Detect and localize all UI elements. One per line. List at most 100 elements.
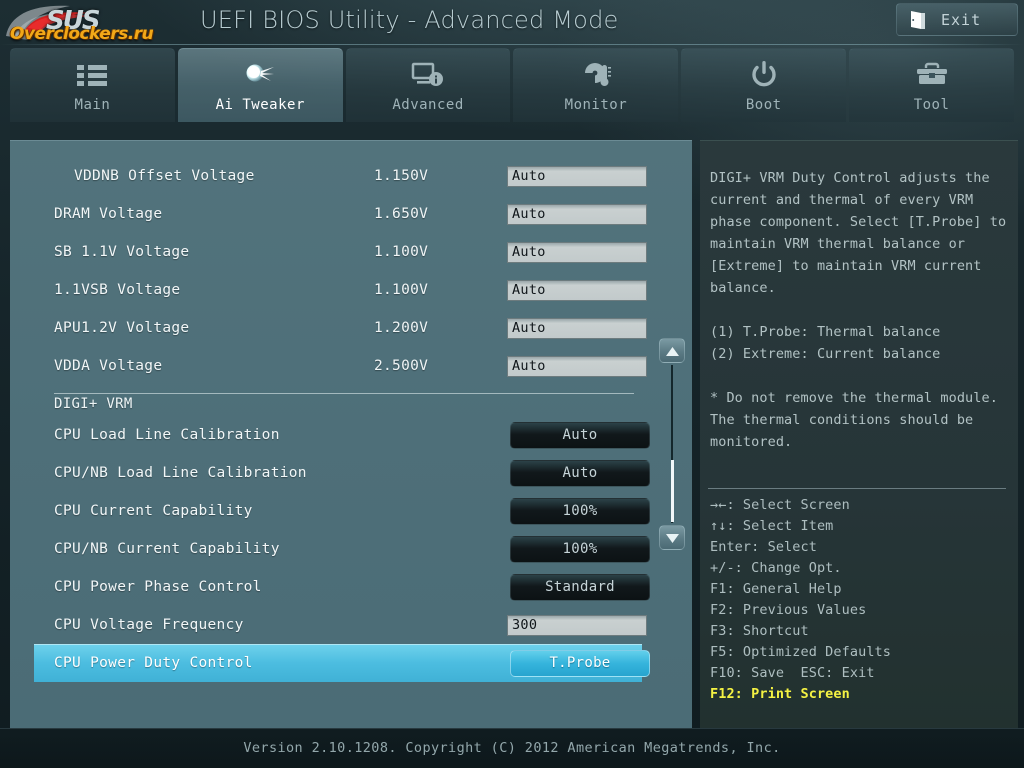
list-icon [75, 60, 109, 90]
option-button-text: Auto [563, 427, 598, 443]
row-value: 1.650V [374, 206, 428, 222]
row-label: CPU/NB Load Line Calibration [34, 465, 307, 481]
table-row[interactable]: VDDA Voltage 2.500V Auto [34, 347, 642, 385]
power-icon [749, 60, 779, 90]
option-button[interactable]: 100% [510, 536, 650, 563]
row-label: VDDNB Offset Voltage [34, 168, 255, 184]
value-input[interactable]: Auto [507, 166, 647, 187]
list-item: Enter: Select [710, 537, 1010, 558]
row-label: VDDA Voltage [34, 358, 162, 374]
monitor-info-icon [411, 60, 445, 90]
tab-boot[interactable]: Boot [681, 48, 846, 122]
option-button[interactable]: T.Probe [510, 650, 650, 677]
value-input-text: Auto [508, 206, 546, 222]
row-value: 1.100V [374, 282, 428, 298]
list-item: F10: Save ESC: Exit [710, 663, 1010, 684]
row-label: CPU Voltage Frequency [34, 617, 244, 633]
option-button-text: Standard [545, 579, 615, 595]
value-input-text: Auto [508, 320, 546, 336]
value-input-text: 300 [508, 617, 537, 633]
version-text: Version 2.10.1208. Copyright (C) 2012 Am… [243, 740, 780, 756]
tab-advanced[interactable]: Advanced [346, 48, 511, 122]
row-value: 1.100V [374, 244, 428, 260]
value-input[interactable]: Auto [507, 318, 647, 339]
tab-ai-tweaker[interactable]: Ai Tweaker [178, 48, 343, 122]
list-item: ↑↓: Select Item [710, 516, 1010, 537]
row-value: 2.500V [374, 358, 428, 374]
list-item: F2: Previous Values [710, 600, 1010, 621]
table-row[interactable]: CPU Current Capability 100% [34, 492, 642, 530]
table-row[interactable]: CPU/NB Current Capability 100% [34, 530, 642, 568]
row-label: CPU Current Capability [34, 503, 253, 519]
list-item: +/-: Change Opt. [710, 558, 1010, 579]
value-input[interactable]: Auto [507, 280, 647, 301]
list-item: F1: General Help [710, 579, 1010, 600]
option-button[interactable]: Standard [510, 574, 650, 601]
value-input-text: Auto [508, 244, 546, 260]
table-row[interactable]: APU1.2V Voltage 1.200V Auto [34, 309, 642, 347]
bios-screen: SUS Overclockers.ru UEFI BIOS Utility - … [0, 0, 1024, 768]
settings-panel: VDDNB Offset Voltage 1.150V Auto DRAM Vo… [10, 140, 692, 728]
table-row[interactable]: CPU Load Line Calibration Auto [34, 416, 642, 454]
tab-boot-label: Boot [746, 97, 782, 113]
value-input-text: Auto [508, 282, 546, 298]
section-divider [54, 393, 634, 394]
value-input[interactable]: Auto [507, 356, 647, 377]
exit-door-icon [909, 10, 927, 30]
tab-advanced-label: Advanced [392, 97, 463, 113]
help-description: DIGI+ VRM Duty Control adjusts the curre… [710, 167, 1010, 453]
table-row[interactable]: CPU/NB Load Line Calibration Auto [34, 454, 642, 492]
table-row-selected[interactable]: CPU Power Duty Control T.Probe [34, 644, 642, 682]
table-row[interactable]: SB 1.1V Voltage 1.100V Auto [34, 233, 642, 271]
option-button[interactable]: 100% [510, 498, 650, 525]
tab-monitor[interactable]: Monitor [513, 48, 678, 122]
table-row[interactable]: CPU Voltage Frequency 300 [34, 606, 642, 644]
section-title: DIGI+ VRM [34, 396, 642, 416]
overclockers-watermark: Overclockers.ru [10, 24, 153, 44]
title-bar: SUS Overclockers.ru UEFI BIOS Utility - … [0, 0, 1024, 45]
list-item-accent: F12: Print Screen [710, 684, 1010, 705]
option-button-text: 100% [563, 541, 598, 557]
list-item: →←: Select Screen [710, 495, 1010, 516]
settings-rows: VDDNB Offset Voltage 1.150V Auto DRAM Vo… [34, 157, 642, 682]
row-label: CPU Power Phase Control [34, 579, 262, 595]
toolbox-icon [915, 60, 949, 90]
table-row[interactable]: CPU Power Phase Control Standard [34, 568, 642, 606]
scroll-down-button[interactable] [659, 525, 685, 550]
tab-tool-label: Tool [914, 97, 950, 113]
table-row[interactable]: 1.1VSB Voltage 1.100V Auto [34, 271, 642, 309]
value-input[interactable]: 300 [507, 615, 647, 636]
table-row[interactable]: DRAM Voltage 1.650V Auto [34, 195, 642, 233]
arrow-down-icon [666, 528, 679, 547]
list-item: F3: Shortcut [710, 621, 1010, 642]
row-label: APU1.2V Voltage [34, 320, 189, 336]
vertical-scrollbar[interactable] [657, 338, 687, 550]
page-title: UEFI BIOS Utility - Advanced Mode [200, 6, 618, 34]
option-button[interactable]: Auto [510, 422, 650, 449]
tab-tool[interactable]: Tool [849, 48, 1014, 122]
value-input[interactable]: Auto [507, 242, 647, 263]
value-input-text: Auto [508, 358, 546, 374]
brand-logo-area: SUS Overclockers.ru [4, 0, 194, 45]
option-button-text: 100% [563, 503, 598, 519]
row-label: CPU/NB Current Capability [34, 541, 280, 557]
row-label: CPU Load Line Calibration [34, 427, 280, 443]
option-button[interactable]: Auto [510, 460, 650, 487]
exit-button[interactable]: Exit [896, 3, 1018, 36]
scrollbar-thumb[interactable] [671, 460, 674, 522]
row-label: CPU Power Duty Control [34, 655, 253, 671]
tab-main-label: Main [75, 97, 111, 113]
scroll-up-button[interactable] [659, 338, 685, 363]
tab-main[interactable]: Main [10, 48, 175, 122]
list-item: F5: Optimized Defaults [710, 642, 1010, 663]
row-label: DRAM Voltage [34, 206, 162, 222]
row-value: 1.200V [374, 320, 428, 336]
exit-label: Exit [941, 11, 981, 29]
value-input[interactable]: Auto [507, 204, 647, 225]
keyboard-legend: →←: Select Screen ↑↓: Select Item Enter:… [710, 495, 1010, 705]
tab-ai-tweaker-label: Ai Tweaker [216, 97, 305, 113]
main-tab-bar: Main Ai Tweaker [10, 48, 1014, 122]
help-divider [708, 488, 1006, 489]
table-row[interactable]: VDDNB Offset Voltage 1.150V Auto [34, 157, 642, 195]
option-button-text: Auto [563, 465, 598, 481]
